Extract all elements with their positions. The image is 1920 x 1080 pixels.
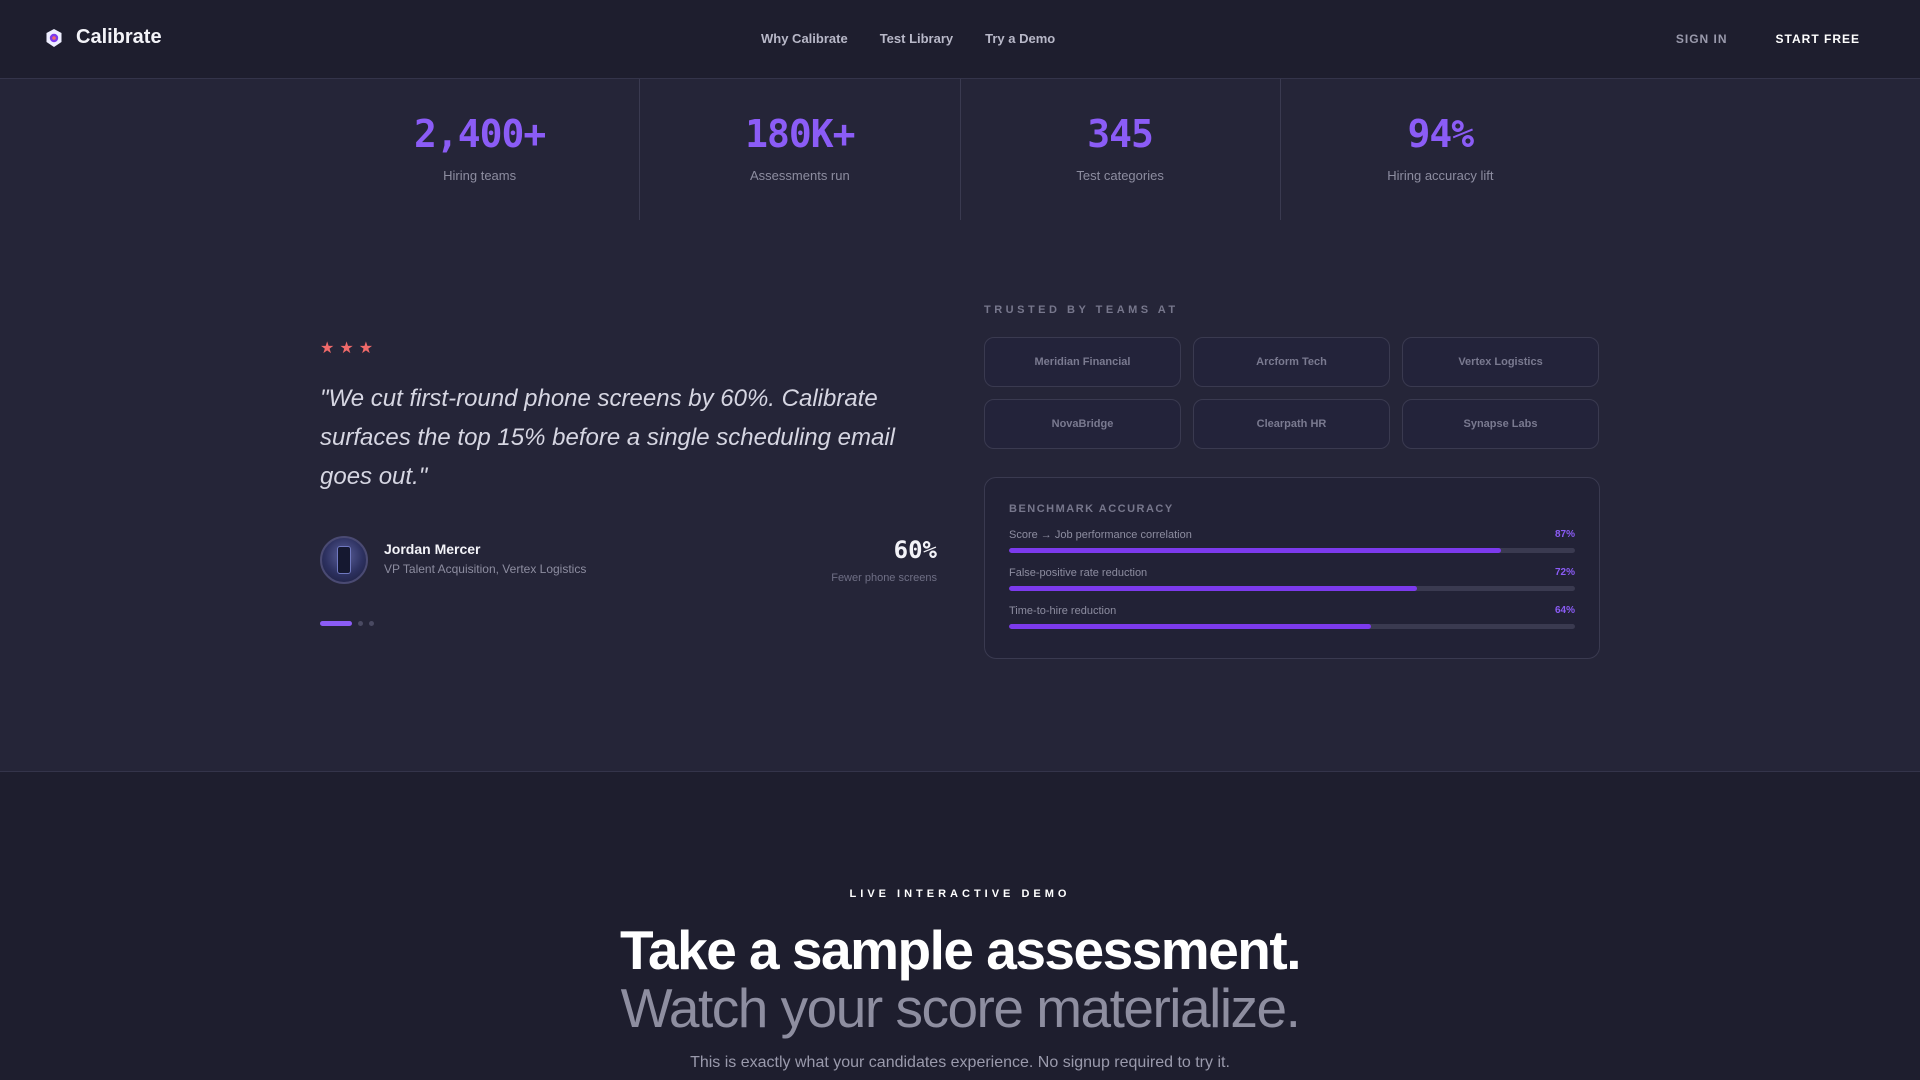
benchmark-row-label: False-positive rate reduction bbox=[1009, 567, 1148, 579]
star-rating: ★ ★ ★ bbox=[320, 338, 937, 358]
stat-test-categories: 345 Test categories bbox=[961, 79, 1281, 220]
start-free-button[interactable]: START FREE bbox=[1776, 32, 1860, 46]
trusted-by-section: TRUSTED BY TEAMS AT Meridian Financial A… bbox=[984, 304, 1600, 449]
benchmark-row: False-positive rate reduction 72% bbox=[1009, 567, 1575, 591]
logo-novabridge: NovaBridge bbox=[984, 399, 1181, 449]
carousel-dots bbox=[320, 621, 937, 626]
logo-arcform-tech: Arcform Tech bbox=[1193, 337, 1390, 387]
logo-synapse-labs: Synapse Labs bbox=[1402, 399, 1599, 449]
carousel-dot[interactable] bbox=[358, 621, 363, 626]
stat-hiring-accuracy: 94% Hiring accuracy lift bbox=[1281, 79, 1600, 220]
brand[interactable]: Calibrate bbox=[44, 26, 162, 49]
benchmark-title: BENCHMARK ACCURACY bbox=[1009, 503, 1174, 515]
carousel-dot[interactable] bbox=[369, 621, 374, 626]
benchmark-row: Score → Job performance correlation 87% bbox=[1009, 529, 1575, 553]
progress-fill bbox=[1009, 586, 1417, 591]
sign-in-link[interactable]: SIGN IN bbox=[1676, 32, 1728, 46]
top-nav: Calibrate Why Calibrate Test Library Try… bbox=[0, 0, 1920, 79]
benchmark-row: Time-to-hire reduction 64% bbox=[1009, 605, 1575, 629]
nav-actions: SIGN IN START FREE bbox=[1676, 32, 1860, 46]
demo-description: This is exactly what your candidates exp… bbox=[690, 1054, 1230, 1071]
nav-link-try-a-demo[interactable]: Try a Demo bbox=[985, 31, 1055, 46]
author-name: Jordan Mercer bbox=[384, 541, 481, 557]
progress-fill bbox=[1009, 548, 1502, 553]
testimonial-author: Jordan Mercer VP Talent Acquisition, Ver… bbox=[320, 536, 937, 584]
testimonial-card: ★ ★ ★ "We cut first-round phone screens by… bbox=[320, 338, 937, 626]
logo-grid: Meridian Financial Arcform Tech Vertex L… bbox=[984, 337, 1600, 449]
avatar bbox=[320, 536, 368, 584]
stat-value: 345 bbox=[1087, 112, 1154, 156]
star-icon: ★ bbox=[320, 340, 335, 357]
stats-row: 2,400+ Hiring teams 180K+ Assessments ru… bbox=[320, 79, 1600, 220]
progress-fill bbox=[1009, 624, 1372, 629]
stat-assessments-run: 180K+ Assessments run bbox=[640, 79, 961, 220]
testimonial-metric: 60% Fewer phone screens bbox=[831, 536, 937, 584]
demo-title: Take a sample assessment. bbox=[620, 919, 1301, 981]
logo-meridian-financial: Meridian Financial bbox=[984, 337, 1181, 387]
benchmark-row-value: 87% bbox=[1554, 529, 1575, 540]
stat-label: Hiring teams bbox=[443, 168, 517, 183]
stat-hiring-teams: 2,400+ Hiring teams bbox=[320, 79, 641, 220]
nav-link-test-library[interactable]: Test Library bbox=[880, 31, 953, 46]
stat-label: Hiring accuracy lift bbox=[1387, 168, 1494, 183]
progress-track bbox=[1009, 624, 1575, 629]
logo-vertex-logistics: Vertex Logistics bbox=[1402, 337, 1599, 387]
metric-label: Fewer phone screens bbox=[831, 572, 937, 584]
stat-label: Test categories bbox=[1076, 168, 1164, 183]
star-icon: ★ bbox=[358, 340, 374, 357]
stat-value: 180K+ bbox=[745, 112, 855, 156]
nav-link-why-calibrate[interactable]: Why Calibrate bbox=[761, 31, 848, 46]
logo-clearpath-hr: Clearpath HR bbox=[1193, 399, 1390, 449]
benchmark-row-value: 72% bbox=[1554, 567, 1575, 578]
calibrate-logo-icon bbox=[46, 28, 62, 47]
benchmark-row-label: Score → Job performance correlation bbox=[1009, 529, 1192, 541]
progress-track bbox=[1009, 548, 1575, 553]
brand-name: Calibrate bbox=[76, 26, 162, 48]
stat-label: Assessments run bbox=[750, 168, 850, 183]
metric-value: 60% bbox=[893, 536, 937, 564]
benchmark-row-label: Time-to-hire reduction bbox=[1009, 605, 1117, 617]
demo-subtitle: Watch your score materialize. bbox=[620, 977, 1301, 1039]
star-icon: ★ bbox=[339, 340, 354, 357]
demo-section: LIVE INTERACTIVE DEMO Take a sample asse… bbox=[0, 771, 1920, 1080]
demo-eyebrow: LIVE INTERACTIVE DEMO bbox=[849, 888, 1071, 900]
nav-links: Why Calibrate Test Library Try a Demo bbox=[761, 31, 1055, 46]
benchmark-row-value: 64% bbox=[1554, 605, 1575, 616]
stat-value: 94% bbox=[1407, 112, 1475, 156]
stat-value: 2,400+ bbox=[413, 112, 546, 156]
testimonial-quote: "We cut first-round phone screens by 60%… bbox=[320, 385, 896, 490]
author-title: VP Talent Acquisition, Vertex Logistics bbox=[384, 562, 587, 576]
progress-track bbox=[1009, 586, 1575, 591]
benchmark-card: BENCHMARK ACCURACY Score → Job performan… bbox=[984, 477, 1600, 659]
carousel-dot[interactable] bbox=[320, 621, 352, 626]
trusted-label: TRUSTED BY TEAMS AT bbox=[984, 304, 1179, 316]
